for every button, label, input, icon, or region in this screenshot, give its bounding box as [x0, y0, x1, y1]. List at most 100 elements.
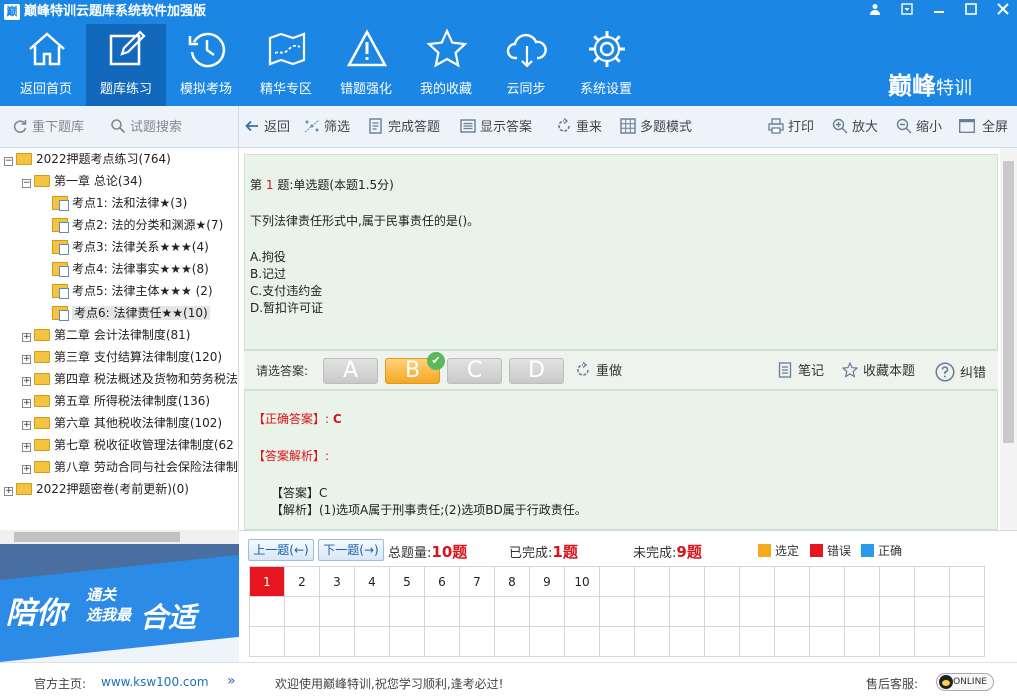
legend-swatch: [758, 544, 771, 557]
tree-node[interactable]: + 第八章 劳动合同与社会保险法律制: [22, 457, 238, 477]
zoom-out-icon: [896, 118, 912, 134]
show-answer-button[interactable]: 显示答案: [460, 118, 532, 136]
answer-b-label: B: [404, 358, 421, 383]
tree-node[interactable]: + 第五章 所得税法律制度(136): [22, 391, 210, 411]
toolbar-essence[interactable]: 精华专区: [246, 24, 326, 106]
print-button[interactable]: 打印: [768, 118, 814, 136]
expand-icon[interactable]: +: [22, 465, 31, 474]
status-bar: 官方主页: www.ksw100.com » 欢迎使用巅峰特训,祝您学习顺利,逢…: [0, 662, 1017, 699]
question-cell[interactable]: 3: [319, 566, 355, 597]
tree-node[interactable]: + 第四章 税法概述及货物和劳务税法: [22, 369, 238, 389]
tree-node[interactable]: 考点2: 法的分类和渊源★(7): [40, 215, 223, 235]
empty-cell: [599, 596, 635, 627]
note-button[interactable]: 笔记: [777, 362, 824, 380]
tree-node[interactable]: 考点3: 法律关系★★★(4): [40, 237, 209, 257]
question-cell[interactable]: 10: [564, 566, 600, 597]
collapse-icon[interactable]: −: [22, 179, 31, 188]
question-cell[interactable]: 5: [389, 566, 425, 597]
question-cell[interactable]: 7: [459, 566, 495, 597]
question-cell[interactable]: 8: [494, 566, 530, 597]
site-link[interactable]: www.ksw100.com: [101, 675, 209, 689]
finish-answer-button[interactable]: 完成答题: [368, 118, 440, 136]
document-icon: [52, 196, 69, 211]
tree-node[interactable]: − 第一章 总论(34): [22, 171, 142, 191]
folder-icon: [34, 351, 50, 363]
toolbar-favorites[interactable]: 我的收藏: [406, 24, 486, 106]
back-button[interactable]: 返回: [244, 118, 290, 136]
tree-horizontal-scrollbar[interactable]: [0, 530, 239, 544]
tree-node[interactable]: + 第六章 其他税收法律制度(102): [22, 413, 222, 433]
reload-bank-button[interactable]: 重下题库: [12, 118, 84, 136]
empty-cell: [844, 626, 880, 657]
empty-cell: [634, 596, 670, 627]
folder-icon: [34, 329, 50, 341]
multi-mode-label: 多题模式: [640, 120, 693, 135]
banner-text-suitable: 合适: [140, 601, 197, 634]
close-icon[interactable]: [992, 2, 1014, 22]
content-vertical-scrollbar[interactable]: [1000, 148, 1017, 530]
filter-button[interactable]: 筛选: [304, 118, 350, 136]
prev-question-button[interactable]: 上一题(←): [248, 539, 314, 561]
answer-a-button[interactable]: A: [323, 358, 378, 384]
tree-node[interactable]: − 2022押题考点练习(764): [4, 149, 171, 169]
user-icon[interactable]: [864, 2, 886, 22]
tree-node[interactable]: +2022押题密卷(考前更新)(0): [4, 479, 189, 499]
report-error-button[interactable]: 纠错: [935, 362, 986, 382]
next-question-button[interactable]: 下一题(→): [318, 539, 384, 561]
folder-icon: [34, 461, 50, 473]
tree-node[interactable]: 考点6: 法律责任★★(10): [40, 303, 210, 323]
skin-icon[interactable]: [896, 2, 918, 22]
promo-banner[interactable]: 陪你 通关 选我最 合适: [0, 544, 239, 662]
scroll-thumb[interactable]: [14, 532, 180, 542]
question-cell[interactable]: 2: [284, 566, 320, 597]
expand-icon[interactable]: +: [4, 487, 13, 496]
toolbar-practice[interactable]: 题库练习: [86, 24, 166, 106]
redo-button[interactable]: 重做: [575, 362, 622, 380]
toolbar-home[interactable]: 返回首页: [6, 24, 86, 106]
expand-icon[interactable]: +: [22, 355, 31, 364]
answer-d-button[interactable]: D: [509, 358, 564, 384]
expand-icon[interactable]: +: [22, 399, 31, 408]
tree-node[interactable]: + 第七章 税收征收管理法律制度(62: [22, 435, 234, 455]
legend-label: 正确: [878, 544, 903, 558]
question-cell[interactable]: 4: [354, 566, 390, 597]
toolbar-settings[interactable]: 系统设置: [566, 24, 646, 106]
collapse-icon[interactable]: −: [4, 157, 13, 166]
expand-icon[interactable]: +: [22, 377, 31, 386]
empty-cell: [459, 626, 495, 657]
restart-button[interactable]: 重来: [556, 118, 602, 136]
qq-online-button[interactable]: ONLINE: [936, 673, 994, 691]
search-questions-button[interactable]: 试题搜索: [110, 118, 182, 136]
tree-node[interactable]: + 第二章 会计法律制度(81): [22, 325, 190, 345]
answer-b-button[interactable]: B ✔: [385, 352, 445, 384]
tree-node[interactable]: 考点4: 法律事实★★★(8): [40, 259, 209, 279]
empty-cell: [774, 596, 810, 627]
favorite-button[interactable]: 收藏本题: [842, 362, 915, 380]
fullscreen-button[interactable]: 全屏: [956, 118, 1008, 136]
answer-c-button[interactable]: C: [447, 358, 502, 384]
tree-node[interactable]: + 第三章 支付结算法律制度(120): [22, 347, 222, 367]
zoom-in-icon: [832, 118, 848, 134]
zoom-out-button[interactable]: 缩小: [896, 118, 942, 136]
empty-cell: [704, 566, 740, 597]
folder-icon: [34, 373, 50, 385]
toolbar-mistakes[interactable]: 错题强化: [326, 24, 406, 106]
multi-mode-button[interactable]: 多题模式: [620, 118, 692, 136]
tree-node[interactable]: 考点5: 法律主体★★★ (2): [40, 281, 213, 301]
empty-cell: [879, 626, 915, 657]
question-cell[interactable]: 9: [529, 566, 565, 597]
app-window: 巅 巅峰特训云题库系统软件加强版 返回首页 题库练习 模拟考场 精华专区 错题强…: [0, 0, 1017, 699]
zoom-in-button[interactable]: 放大: [832, 118, 878, 136]
question-cell[interactable]: 6: [424, 566, 460, 597]
toolbar-exam[interactable]: 模拟考场: [166, 24, 246, 106]
expand-icon[interactable]: +: [22, 421, 31, 430]
scroll-thumb[interactable]: [1003, 161, 1014, 443]
maximize-icon[interactable]: [960, 2, 982, 22]
question-cell[interactable]: 1: [249, 566, 285, 597]
tree-node[interactable]: 考点1: 法和法律★(3): [40, 193, 187, 213]
expand-icon[interactable]: +: [22, 333, 31, 342]
double-chevron-icon[interactable]: »: [227, 673, 236, 689]
expand-icon[interactable]: +: [22, 443, 31, 452]
minimize-icon[interactable]: [928, 2, 950, 22]
toolbar-cloud-sync[interactable]: 云同步: [486, 24, 566, 106]
